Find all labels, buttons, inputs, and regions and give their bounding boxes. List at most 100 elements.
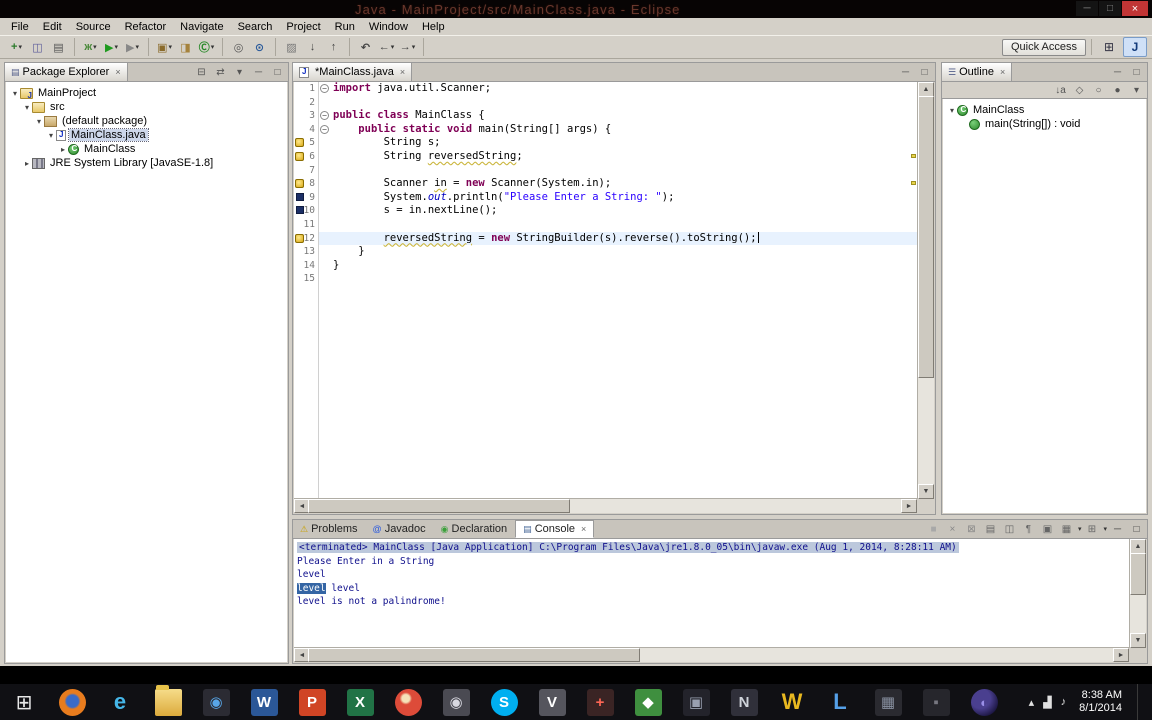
taskbar-dark-app-3-button[interactable]: ▪ bbox=[912, 684, 960, 720]
close-tab-icon[interactable]: × bbox=[115, 67, 120, 77]
minimize-button[interactable]: ─ bbox=[1076, 1, 1098, 16]
mark-occurrences-icon[interactable]: ▨ bbox=[281, 38, 302, 57]
scroll-lock-icon[interactable]: ◫ bbox=[1001, 521, 1018, 538]
terminate-icon[interactable]: ■ bbox=[925, 521, 942, 538]
code-editor[interactable]: 1 2 3 4 5 6 7 8 9 10 11 12 13 14 15 import java.util.S… bbox=[294, 82, 917, 499]
code-line-9[interactable]: System.out.println("Please Enter a Strin… bbox=[319, 191, 917, 205]
tab-declaration[interactable]: ◉ Declaration bbox=[434, 520, 516, 538]
back-icon[interactable]: ← ▾ bbox=[376, 38, 397, 57]
line-number[interactable]: 3 bbox=[294, 109, 318, 123]
console-line-2[interactable]: level bbox=[297, 568, 1129, 582]
explorer-item-mainclass-java[interactable]: ▾ MainClass.java bbox=[6, 128, 287, 142]
outline-item-main-string-void[interactable]: main(String[]) : void bbox=[943, 117, 1146, 131]
code-line-5[interactable]: String s; bbox=[319, 136, 917, 150]
scroll-right-arrow[interactable]: ► bbox=[901, 499, 917, 513]
close-editor-tab-icon[interactable]: × bbox=[400, 67, 405, 77]
explorer-item-src[interactable]: ▾ src bbox=[6, 100, 287, 114]
taskbar-excel-button[interactable]: X bbox=[336, 684, 384, 720]
minimize-icon[interactable]: ─ bbox=[250, 64, 267, 81]
code-line-1[interactable]: import java.util.Scanner; bbox=[319, 82, 917, 96]
overview-warning-mark[interactable] bbox=[911, 154, 916, 158]
menu-search[interactable]: Search bbox=[231, 20, 280, 34]
link-with-editor-icon[interactable]: ⇄ bbox=[212, 64, 229, 81]
menu-run[interactable]: Run bbox=[328, 20, 362, 34]
taskbar-chrome-button[interactable] bbox=[384, 684, 432, 720]
collapse-all-icon[interactable]: ⊟ bbox=[193, 64, 210, 81]
debug-icon[interactable]: ж ▾ bbox=[80, 38, 101, 57]
overview-warning-mark[interactable] bbox=[911, 181, 916, 185]
fold-marker-icon[interactable]: − bbox=[320, 84, 329, 93]
display-selected-console-icon[interactable]: ▦ bbox=[1058, 521, 1075, 538]
line-number[interactable]: 11 bbox=[294, 218, 318, 232]
line-number[interactable]: 7 bbox=[294, 164, 318, 178]
dropdown-arrow-icon[interactable]: ▾ bbox=[211, 43, 215, 51]
clear-console-icon[interactable]: ▤ bbox=[982, 521, 999, 538]
line-number[interactable]: 13 bbox=[294, 245, 318, 259]
remove-all-launches-icon[interactable]: ⊠ bbox=[963, 521, 980, 538]
editor-horizontal-scrollbar[interactable]: ◄ ► bbox=[294, 498, 917, 513]
twistie-icon[interactable]: ▾ bbox=[46, 131, 56, 140]
console-line-4[interactable]: level is not a palindrome! bbox=[297, 595, 1129, 609]
editor-vertical-scrollbar[interactable]: ▲ ▼ bbox=[917, 82, 934, 499]
view-menu-icon[interactable]: ▾ bbox=[1128, 82, 1145, 99]
code-line-3[interactable]: public class MainClass { bbox=[319, 109, 917, 123]
tab-outline[interactable]: ☰ Outline × bbox=[942, 63, 1013, 81]
maximize-icon[interactable]: □ bbox=[269, 64, 286, 81]
code-line-15[interactable] bbox=[319, 272, 917, 286]
scroll-up-arrow[interactable]: ▲ bbox=[1130, 539, 1146, 554]
console-output[interactable]: <terminated> MainClass [Java Application… bbox=[294, 539, 1129, 648]
taskbar-skype-button[interactable]: S bbox=[480, 684, 528, 720]
maximize-icon[interactable]: □ bbox=[916, 64, 933, 81]
console-line-3[interactable]: level level bbox=[297, 582, 1129, 596]
warning-marker-icon[interactable] bbox=[295, 179, 304, 189]
code-line-6[interactable]: String reversedString; bbox=[319, 150, 917, 164]
twistie-icon[interactable]: ▾ bbox=[947, 106, 957, 115]
taskbar-powerpoint-button[interactable]: P bbox=[288, 684, 336, 720]
volume-icon[interactable]: ♪ bbox=[1061, 696, 1067, 709]
explorer-item-default-package[interactable]: ▾ (default package) bbox=[6, 114, 287, 128]
word-wrap-icon[interactable]: ¶ bbox=[1020, 521, 1037, 538]
menu-edit[interactable]: Edit bbox=[36, 20, 69, 34]
last-edit-location-icon[interactable]: ↶ bbox=[355, 38, 376, 57]
minimize-icon[interactable]: ─ bbox=[1109, 521, 1126, 538]
taskbar-word-button[interactable]: W bbox=[240, 684, 288, 720]
forward-icon[interactable]: → ▾ bbox=[397, 38, 418, 57]
network-icon[interactable]: ▟ bbox=[1043, 696, 1051, 709]
taskbar-red-cross-app-button[interactable]: + bbox=[576, 684, 624, 720]
show-hidden-icon[interactable]: ▴ bbox=[1029, 696, 1035, 709]
warning-marker-icon[interactable] bbox=[295, 152, 304, 161]
run-icon[interactable]: ▶ ▾ bbox=[101, 38, 122, 57]
console-line-1[interactable]: Please Enter in a String bbox=[297, 555, 1129, 569]
twistie-icon[interactable]: ▾ bbox=[22, 103, 32, 112]
remove-launch-icon[interactable]: × bbox=[944, 521, 961, 538]
view-menu-icon[interactable]: ▾ bbox=[231, 64, 248, 81]
taskbar-notepad-button[interactable]: N bbox=[720, 684, 768, 720]
scrollbar-thumb[interactable] bbox=[308, 499, 570, 513]
pin-console-icon[interactable]: ▣ bbox=[1039, 521, 1056, 538]
taskbar-firefox-button[interactable] bbox=[48, 684, 96, 720]
new-java-project-icon[interactable]: ▣ ▾ bbox=[154, 38, 175, 57]
explorer-item-jre-system-library-javase-1-8[interactable]: ▸ JRE System Library [JavaSE-1.8] bbox=[6, 156, 287, 170]
tab-mainclass-java[interactable]: *MainClass.java × bbox=[293, 63, 413, 81]
menu-refactor[interactable]: Refactor bbox=[118, 20, 174, 34]
tab-console[interactable]: ▤ Console × bbox=[515, 520, 595, 538]
line-number-ruler[interactable]: 1 2 3 4 5 6 7 8 9 10 11 12 13 14 15 bbox=[294, 82, 319, 499]
dropdown-arrow-icon[interactable]: ▾ bbox=[391, 43, 395, 51]
code-line-11[interactable] bbox=[319, 218, 917, 232]
new-wizard-icon[interactable]: + ▾ bbox=[6, 38, 27, 57]
minimize-icon[interactable]: ─ bbox=[1109, 64, 1126, 81]
taskbar-winamp-button[interactable]: W bbox=[768, 684, 816, 720]
menu-navigate[interactable]: Navigate bbox=[173, 20, 230, 34]
hide-non-public-members-icon[interactable]: ● bbox=[1109, 82, 1126, 99]
scroll-up-arrow[interactable]: ▲ bbox=[918, 82, 934, 97]
new-package-icon[interactable]: ◨ bbox=[175, 38, 196, 57]
sort-icon[interactable]: ↓a bbox=[1052, 82, 1069, 99]
maximize-icon[interactable]: □ bbox=[1128, 521, 1145, 538]
menu-file[interactable]: File bbox=[4, 20, 36, 34]
twistie-icon[interactable]: ▸ bbox=[58, 145, 68, 154]
taskbar-eclipse-button[interactable]: ◐ bbox=[960, 684, 1008, 720]
fold-marker-icon[interactable]: − bbox=[320, 124, 329, 134]
close-tab-icon[interactable]: × bbox=[581, 524, 586, 534]
menu-source[interactable]: Source bbox=[69, 20, 118, 34]
dot-marker-icon[interactable] bbox=[296, 192, 304, 201]
